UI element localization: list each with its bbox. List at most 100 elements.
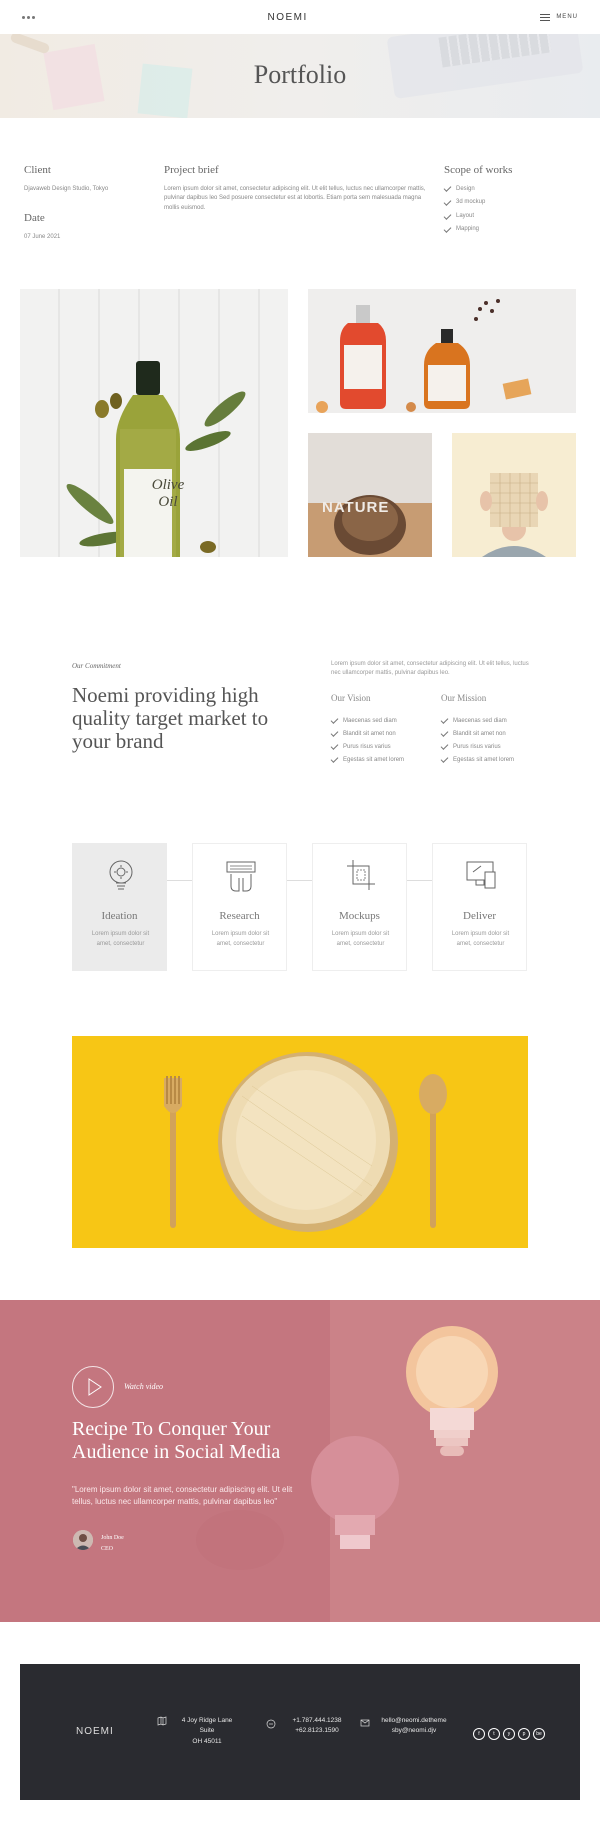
vision-title: Our Vision	[331, 693, 371, 703]
testimonial-quote: "Lorem ipsum dolor sit amet, consectetur…	[72, 1485, 293, 1506]
check-icon	[440, 741, 449, 750]
pinecone-illustration	[308, 433, 432, 557]
mail-icon	[360, 1719, 370, 1727]
olive-oil-image[interactable]: Olive Oil	[20, 289, 288, 557]
hands-keyboard-icon	[226, 861, 256, 892]
check-icon	[440, 715, 449, 724]
menu-button[interactable]: MENU	[540, 13, 578, 21]
scope-item: 3d mockup	[443, 198, 512, 208]
pinecone-image[interactable]: NATURE	[308, 433, 432, 557]
commitment-text: Lorem ipsum dolor sit amet, consectetur …	[331, 661, 529, 676]
olive-label-2: Oil	[158, 493, 178, 510]
devices-icon	[466, 861, 496, 889]
footer: NOEMI 4 Joy Ridge Lane Suite OH 45011 +1…	[20, 1664, 580, 1800]
check-icon	[443, 225, 452, 234]
twitter-icon[interactable]: t	[488, 1728, 500, 1740]
testimonial-person: John Doe CEO	[101, 1533, 124, 1555]
check-icon	[440, 754, 449, 763]
scope-label: Scope of works	[444, 164, 513, 176]
person-name: John Doe	[101, 1535, 124, 1541]
behance-icon[interactable]: be	[533, 1728, 545, 1740]
plate-cutlery-illustration	[72, 1036, 528, 1248]
scope-item: Mapping	[443, 225, 512, 235]
bottles-image[interactable]	[308, 289, 576, 413]
check-icon	[330, 728, 339, 737]
top-navigation-bar: NOEMI MENU	[0, 0, 600, 34]
menu-label: MENU	[556, 14, 578, 20]
footer-phone[interactable]: +1.787.444.1238 +62.8123.1590	[282, 1716, 352, 1737]
pinecone-word: NATURE	[322, 499, 390, 516]
phone-line[interactable]: +62.8123.1590	[282, 1726, 352, 1736]
email-line[interactable]: sby@neomi.djv	[372, 1726, 456, 1736]
email-line[interactable]: hello@neomi.detheme	[372, 1716, 456, 1726]
notebook-person-image[interactable]	[452, 433, 576, 557]
commitment-kicker: Our Commitment	[72, 662, 121, 670]
process-text: Lorem ipsum dolor sit amet, consectetur	[331, 931, 390, 947]
hamburger-icon	[540, 13, 551, 21]
list-item: Blandit sit amet non	[440, 727, 514, 740]
process-title: Mockups	[339, 910, 380, 922]
more-dots-icon[interactable]	[22, 15, 35, 19]
check-icon	[443, 211, 452, 220]
address-line: 4 Joy Ridge Lane	[181, 1717, 233, 1724]
watch-video-label[interactable]: Watch video	[124, 1382, 163, 1391]
lightbulb-gear-icon	[109, 860, 133, 890]
wooden-plate-image[interactable]	[72, 1036, 528, 1248]
process-title: Ideation	[101, 910, 138, 922]
video-title: Recipe To Conquer Your Audience in Socia…	[72, 1418, 281, 1463]
scope-item: Design	[443, 184, 512, 195]
process-card-ideation[interactable]: Ideation Lorem ipsum dolor sit amet, con…	[72, 843, 167, 971]
phone-line[interactable]: +1.787.444.1238	[282, 1716, 352, 1726]
map-icon	[157, 1716, 167, 1726]
process-title: Research	[219, 910, 260, 922]
mission-title: Our Mission	[441, 693, 487, 703]
play-video-button[interactable]	[72, 1366, 114, 1408]
process-card-mockups[interactable]: Mockups Lorem ipsum dolor sit amet, cons…	[312, 843, 407, 971]
client-label: Client	[24, 164, 51, 176]
facebook-icon[interactable]: f	[473, 1728, 485, 1740]
crop-frame-icon	[347, 860, 375, 890]
check-icon	[330, 754, 339, 763]
youtube-icon[interactable]: y	[503, 1728, 515, 1740]
play-icon	[88, 1378, 102, 1396]
avatar	[73, 1530, 93, 1550]
footer-address: 4 Joy Ridge Lane Suite OH 45011	[172, 1716, 242, 1747]
person-avatar-icon	[73, 1530, 93, 1550]
social-links: f t y p be	[473, 1728, 545, 1740]
list-item: Purus risus varius	[330, 740, 404, 753]
list-item: Purus risus varius	[440, 740, 514, 753]
list-item: Maecenas sed diam	[440, 714, 514, 727]
vision-list: Maecenas sed diam Blandit sit amet non P…	[330, 714, 404, 766]
process-text: Lorem ipsum dolor sit amet, consectetur	[211, 931, 270, 947]
list-item: Egestas sit amet lorem	[330, 753, 404, 766]
olive-label-1: Olive	[151, 477, 185, 493]
client-info: Client Djavaweb Design Studio, Tokyo Dat…	[24, 162, 108, 242]
client-value: Djavaweb Design Studio, Tokyo	[24, 185, 109, 192]
check-icon	[443, 184, 452, 193]
process-text: Lorem ipsum dolor sit amet, consectetur	[451, 931, 510, 947]
brand-logo[interactable]: NOEMI	[268, 12, 308, 23]
process-card-research[interactable]: Research Lorem ipsum dolor sit amet, con…	[192, 843, 287, 971]
page-title: Portfolio	[253, 60, 347, 89]
list-item: Blandit sit amet non	[330, 727, 404, 740]
commitment-title: Noemi providing high quality target mark…	[72, 683, 269, 754]
process-card-deliver[interactable]: Deliver Lorem ipsum dolor sit amet, cons…	[432, 843, 527, 971]
olive-oil-illustration	[66, 361, 246, 557]
video-banner: Watch video Recipe To Conquer Your Audie…	[0, 1300, 600, 1622]
project-brief: Project brief Lorem ipsum dolor sit amet…	[164, 162, 434, 213]
footer-brand[interactable]: NOEMI	[76, 1726, 114, 1737]
date-value: 07 June 2021	[24, 233, 61, 240]
check-icon	[330, 715, 339, 724]
address-line: Suite	[199, 1727, 215, 1735]
pinterest-icon[interactable]: p	[518, 1728, 530, 1740]
footer-email[interactable]: hello@neomi.detheme sby@neomi.djv	[372, 1716, 456, 1737]
person-role: CEO	[101, 1545, 113, 1552]
list-item: Maecenas sed diam	[330, 714, 404, 727]
scope-of-works: Scope of works Design 3d mockup Layout M…	[443, 162, 513, 239]
process-text: Lorem ipsum dolor sit amet, consectetur	[91, 931, 150, 947]
brief-label: Project brief	[164, 164, 219, 176]
list-item: Egestas sit amet lorem	[440, 753, 514, 766]
check-icon	[443, 198, 452, 206]
brief-text: Lorem ipsum dolor sit amet, consectetur …	[164, 185, 426, 211]
process-title: Deliver	[463, 910, 496, 922]
